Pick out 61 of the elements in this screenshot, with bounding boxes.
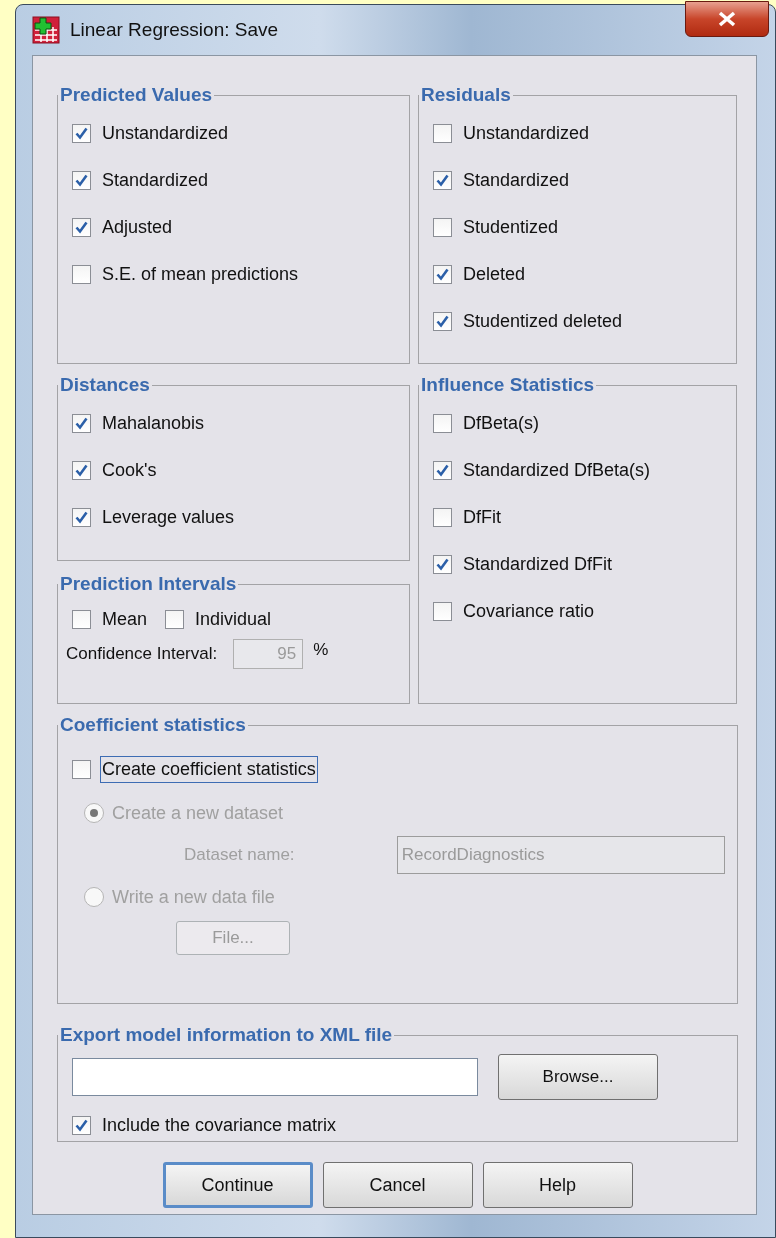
checkbox[interactable] bbox=[72, 265, 91, 284]
checkbox-label[interactable]: Mahalanobis bbox=[100, 410, 207, 437]
group-title: Coefficient statistics bbox=[59, 714, 247, 736]
checkbox-label[interactable]: Unstandardized bbox=[461, 120, 592, 147]
checkbox-label[interactable]: Adjusted bbox=[100, 214, 175, 241]
checkbox-label[interactable]: Mean bbox=[100, 605, 150, 633]
checkbox-label[interactable]: Individual bbox=[193, 605, 274, 633]
checkbox[interactable] bbox=[72, 171, 91, 190]
checkbox-label[interactable]: DfBeta(s) bbox=[461, 410, 542, 437]
field-label: Confidence Interval: bbox=[66, 644, 218, 664]
field-label: Dataset name: bbox=[184, 845, 296, 865]
checkbox-label[interactable]: Unstandardized bbox=[100, 120, 231, 147]
checkbox-label[interactable]: S.E. of mean predictions bbox=[100, 261, 301, 288]
checkbox[interactable] bbox=[433, 171, 452, 190]
checkbox-label[interactable]: Leverage values bbox=[100, 504, 237, 531]
checkbox[interactable] bbox=[433, 414, 452, 433]
group-title: Distances bbox=[59, 374, 151, 396]
close-button[interactable] bbox=[685, 1, 769, 37]
unit-label: % bbox=[313, 640, 329, 660]
checkbox[interactable] bbox=[433, 461, 452, 480]
checkbox[interactable] bbox=[72, 609, 91, 629]
group-title: Export model information to XML file bbox=[59, 1024, 394, 1046]
checkbox[interactable] bbox=[72, 218, 91, 237]
dialog-button[interactable]: Help bbox=[482, 1162, 633, 1208]
checkbox[interactable] bbox=[433, 312, 452, 331]
checkbox[interactable] bbox=[433, 218, 452, 237]
checkbox-label[interactable]: Standardized DfFit bbox=[461, 551, 615, 578]
checkbox-label[interactable]: Standardized bbox=[461, 167, 572, 194]
checkbox-label[interactable]: Deleted bbox=[461, 261, 528, 288]
checkbox-label[interactable]: Studentized deleted bbox=[461, 308, 625, 335]
dialog-button[interactable]: Cancel bbox=[322, 1162, 473, 1208]
checkbox-label[interactable]: Create coefficient statistics bbox=[100, 756, 318, 783]
group-title: Influence Statistics bbox=[420, 374, 596, 396]
checkbox[interactable] bbox=[72, 508, 91, 527]
checkbox[interactable] bbox=[433, 124, 452, 143]
checkbox[interactable] bbox=[165, 609, 185, 629]
checkbox[interactable] bbox=[72, 760, 91, 779]
checkbox-label[interactable]: Standardized DfBeta(s) bbox=[461, 457, 653, 484]
checkbox-label[interactable]: DfFit bbox=[461, 504, 503, 531]
checkbox-label[interactable]: Covariance ratio bbox=[461, 598, 597, 625]
input-field[interactable] bbox=[72, 1058, 478, 1096]
checkbox-label[interactable]: Include the covariance matrix bbox=[100, 1112, 339, 1139]
window-title: Linear Regression: Save bbox=[70, 19, 279, 41]
checkbox[interactable] bbox=[72, 461, 91, 480]
checkbox[interactable] bbox=[433, 265, 452, 284]
checkbox-label[interactable]: Cook's bbox=[100, 457, 159, 484]
group-title: Predicted Values bbox=[59, 84, 214, 106]
checkbox[interactable] bbox=[72, 414, 91, 433]
dialog-button[interactable]: Continue bbox=[162, 1162, 313, 1208]
checkbox[interactable] bbox=[433, 602, 452, 621]
checkbox[interactable] bbox=[72, 124, 91, 143]
checkbox[interactable] bbox=[72, 1116, 91, 1135]
browse-button[interactable]: Browse... bbox=[498, 1054, 658, 1100]
checkbox[interactable] bbox=[433, 555, 452, 574]
checkbox-label[interactable]: Studentized bbox=[461, 214, 561, 241]
close-icon bbox=[717, 11, 737, 27]
checkbox-label[interactable]: Standardized bbox=[100, 167, 211, 194]
group-title: Residuals bbox=[420, 84, 512, 106]
app-icon bbox=[32, 16, 60, 44]
checkbox[interactable] bbox=[433, 508, 452, 527]
group-title: Prediction Intervals bbox=[59, 573, 238, 595]
